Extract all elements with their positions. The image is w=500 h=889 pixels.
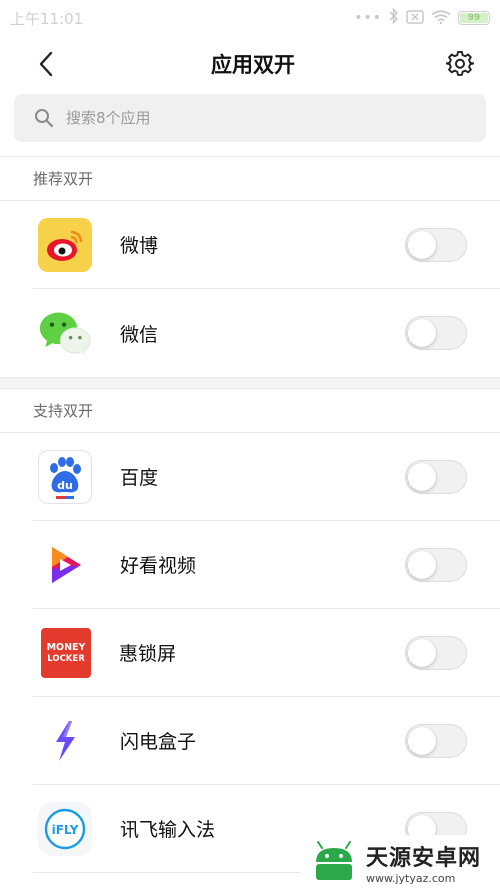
app-name: 闪电盒子 [120, 731, 197, 753]
dual-app-toggle[interactable] [405, 547, 467, 582]
search-bar[interactable] [14, 94, 486, 142]
weibo-icon [38, 217, 92, 272]
search-input[interactable] [66, 109, 426, 127]
app-name: 百度 [120, 467, 159, 489]
lightning-box-icon [38, 713, 92, 768]
dual-app-toggle[interactable] [405, 316, 467, 350]
status-icons: ••• 99 [354, 7, 490, 28]
status-time: 上午11:01 [10, 9, 84, 28]
app-row-money-locker[interactable]: MONEY LOCKER 惠锁屏 [33, 609, 500, 697]
app-row-wechat[interactable]: 微信 [33, 289, 500, 377]
battery-level: 99 [467, 13, 481, 23]
section-recommended: 推荐双开 微博 微信 [0, 157, 500, 377]
site-watermark: 天源安卓网 www.jytyaz.com [300, 835, 500, 889]
gear-icon [446, 50, 474, 76]
app-row-lightning-box[interactable]: 闪电盒子 [33, 697, 500, 785]
header: 应用双开 [0, 36, 500, 92]
more-dots-icon: ••• [354, 10, 382, 26]
app-name: 好看视频 [120, 555, 197, 577]
bluetooth-icon [389, 7, 399, 28]
search-container [0, 92, 500, 142]
app-name: 微信 [120, 323, 159, 346]
section-title: 支持双开 [0, 389, 500, 433]
settings-button[interactable] [442, 46, 478, 82]
section-title: 推荐双开 [0, 157, 500, 201]
dual-app-toggle[interactable] [405, 635, 467, 670]
android-logo-icon [316, 841, 352, 880]
section-supported: 支持双开 du 百度 好看视频 MONEY LOCKER 惠锁屏 闪电盒子 iF… [0, 389, 500, 873]
svg-text:LOCKER: LOCKER [47, 654, 85, 664]
money-locker-icon: MONEY LOCKER [41, 627, 91, 678]
baidu-icon: du [38, 449, 92, 504]
app-row-weibo[interactable]: 微博 [33, 201, 500, 289]
battery-indicator: 99 [458, 11, 490, 25]
dual-app-toggle[interactable] [405, 723, 467, 758]
section-gap [0, 378, 500, 388]
dual-app-toggle[interactable] [405, 227, 467, 262]
app-name: 微博 [120, 235, 159, 257]
app-row-baidu[interactable]: du 百度 [33, 433, 500, 521]
page-title: 应用双开 [211, 53, 295, 77]
svg-text:du: du [57, 479, 73, 492]
wechat-icon [38, 306, 92, 360]
watermark-url: www.jytyaz.com [366, 871, 456, 885]
dual-app-toggle[interactable] [405, 459, 467, 494]
app-name: 惠锁屏 [119, 643, 177, 665]
haokan-video-icon [38, 537, 92, 592]
app-row-haokan-video[interactable]: 好看视频 [33, 521, 500, 609]
svg-text:iFLY: iFLY [52, 823, 79, 837]
status-bar: 上午11:01 ••• 99 [0, 0, 500, 36]
watermark-text: 天源安卓网 www.jytyaz.com [366, 840, 481, 885]
wifi-icon [431, 9, 451, 28]
search-icon [35, 109, 54, 128]
back-button[interactable] [28, 46, 64, 82]
ifly-icon: iFLY [38, 801, 92, 856]
watermark-title: 天源安卓网 [366, 845, 482, 871]
chevron-left-icon [39, 51, 53, 77]
svg-text:MONEY: MONEY [47, 642, 86, 653]
no-sim-icon [406, 9, 424, 28]
